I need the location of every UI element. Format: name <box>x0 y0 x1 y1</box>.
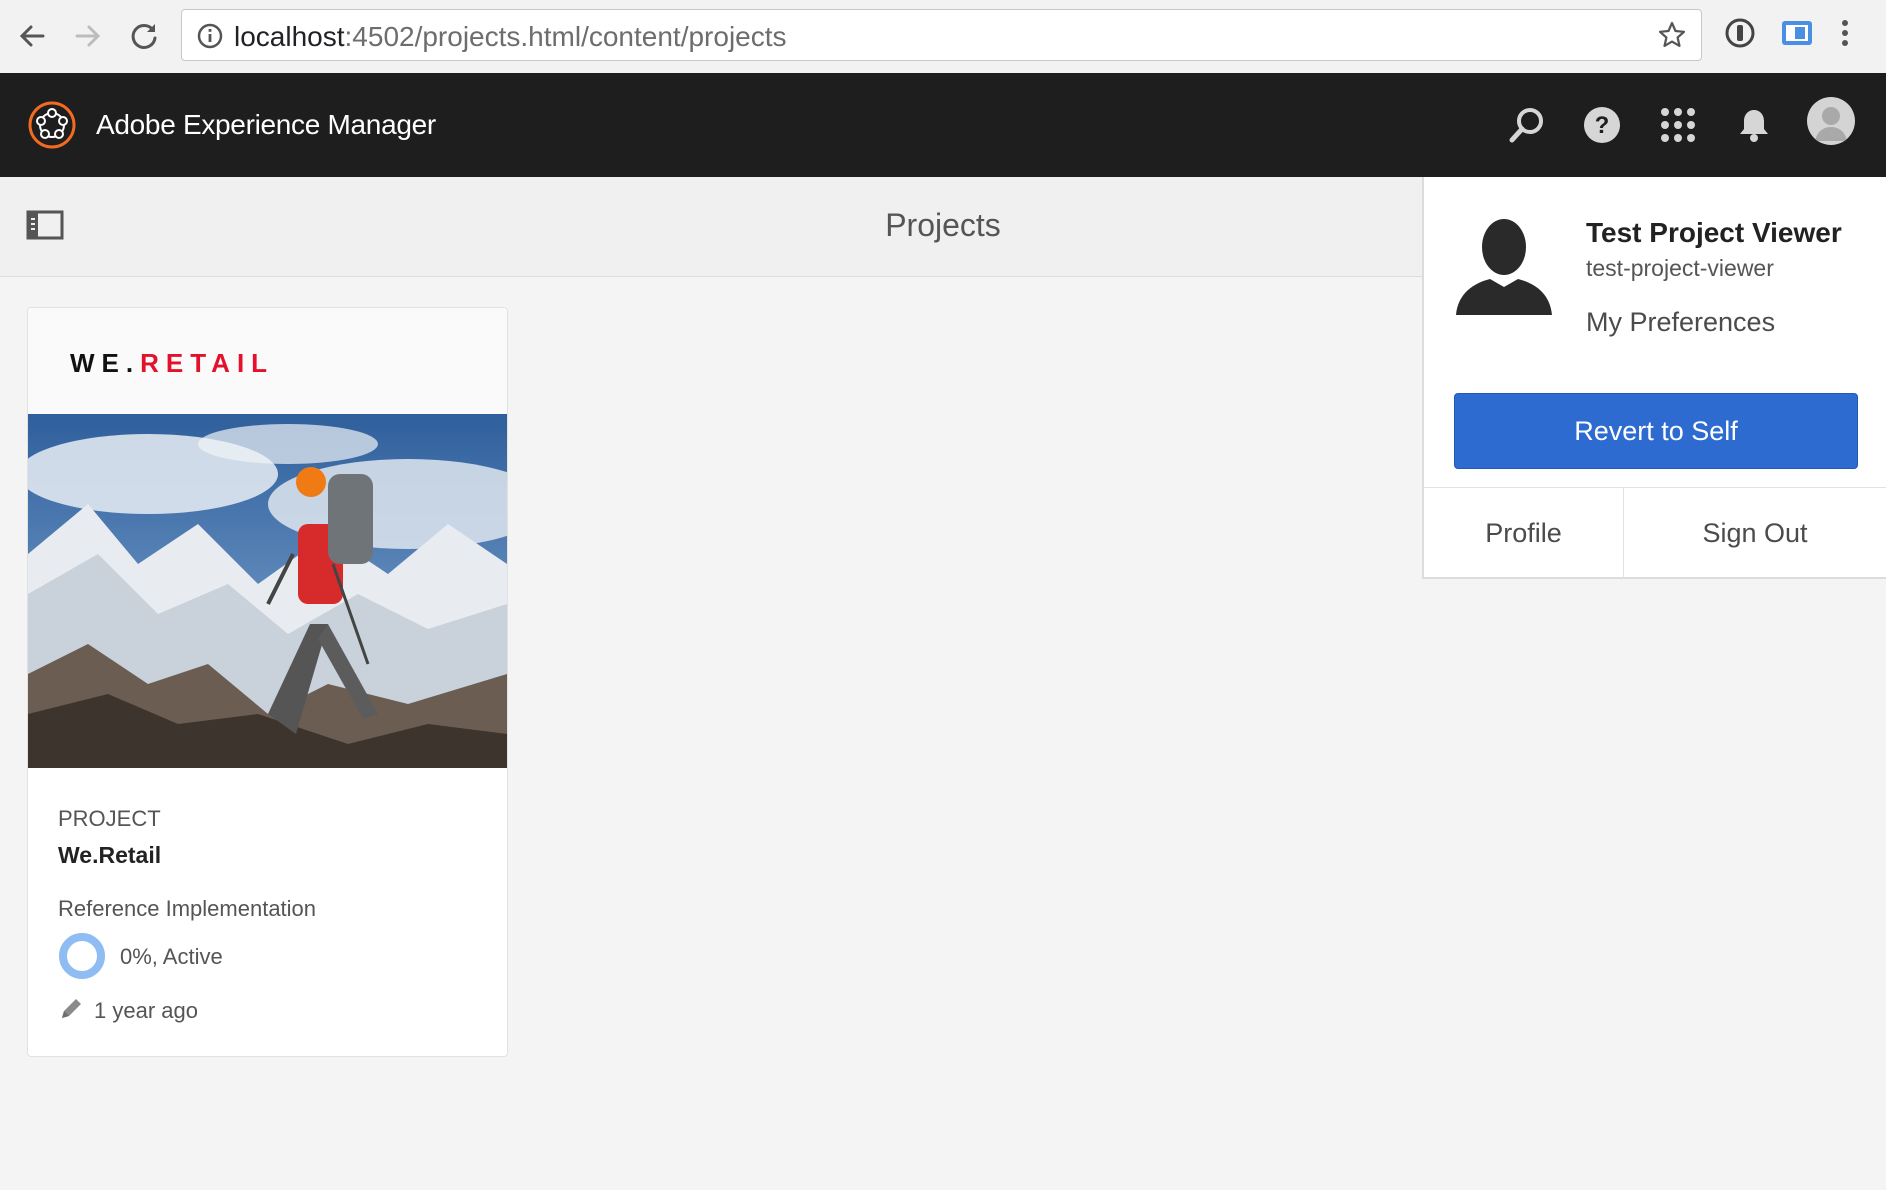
back-icon <box>19 25 45 47</box>
logo-retail: RETAIL <box>140 348 275 378</box>
card-thumbnail <box>28 414 507 768</box>
star-icon[interactable] <box>1657 20 1687 50</box>
search-icon <box>1509 108 1543 143</box>
search-button[interactable] <box>1505 103 1549 147</box>
reload-button[interactable] <box>126 18 162 54</box>
back-button[interactable] <box>14 18 50 54</box>
user-popover: Test Project Viewer test-project-viewer … <box>1422 177 1886 579</box>
reload-icon <box>131 23 157 49</box>
solutions-button[interactable] <box>1656 103 1700 147</box>
apps-icon <box>1661 108 1695 142</box>
forward-icon <box>75 25 101 47</box>
page-title-text: Projects <box>885 207 1001 243</box>
card-brand-logo: WE.RETAIL <box>70 348 274 379</box>
progress-ring <box>59 933 105 979</box>
profile-button[interactable]: Profile <box>1424 488 1624 578</box>
pencil-icon <box>62 999 81 1018</box>
card-status: 0%, Active <box>120 944 223 969</box>
aem-logo-icon[interactable] <box>28 101 76 149</box>
browser-chrome: localhost:4502/projects.html/content/pro… <box>0 0 1886 74</box>
project-card[interactable]: WE.RETAIL PROJECT We.Retail Reference Im… <box>27 307 508 1057</box>
card-description: Reference Implementation <box>58 896 317 921</box>
user-silhouette-icon <box>1456 219 1552 315</box>
extension-icon[interactable] <box>1779 16 1815 50</box>
address-bar[interactable]: localhost:4502/projects.html/content/pro… <box>181 9 1702 61</box>
logo-we: WE. <box>70 348 141 378</box>
help-icon: ? <box>1584 107 1620 143</box>
sign-out-button[interactable]: Sign Out <box>1624 488 1886 578</box>
user-avatar-icon <box>1815 107 1847 141</box>
card-title: We.Retail <box>58 842 162 868</box>
app-header: Adobe Experience Manager ? <box>0 73 1886 177</box>
forward-button[interactable] <box>70 18 106 54</box>
user-display-name: Test Project Viewer <box>1586 217 1842 248</box>
password-manager-icon[interactable] <box>1723 16 1757 50</box>
card-modified: 1 year ago <box>94 998 198 1023</box>
svg-text:?: ? <box>1595 112 1610 139</box>
revert-to-self-button[interactable]: Revert to Self <box>1454 393 1858 469</box>
avatar[interactable] <box>1807 97 1855 145</box>
url-path: :4502/projects.html/content/projects <box>344 21 787 52</box>
url-host: localhost <box>234 21 345 52</box>
menu-icon[interactable] <box>1838 16 1852 50</box>
info-icon[interactable] <box>196 22 224 50</box>
url-text[interactable]: localhost:4502/projects.html/content/pro… <box>234 21 787 53</box>
card-kind: PROJECT <box>58 806 161 831</box>
popover-footer: Profile Sign Out <box>1424 487 1886 578</box>
app-title[interactable]: Adobe Experience Manager <box>96 109 436 141</box>
user-username: test-project-viewer <box>1586 255 1774 281</box>
my-preferences-link[interactable]: My Preferences <box>1586 307 1775 338</box>
notifications-button[interactable] <box>1732 103 1776 147</box>
bell-icon <box>1740 110 1768 142</box>
help-button[interactable]: ? <box>1580 103 1624 147</box>
